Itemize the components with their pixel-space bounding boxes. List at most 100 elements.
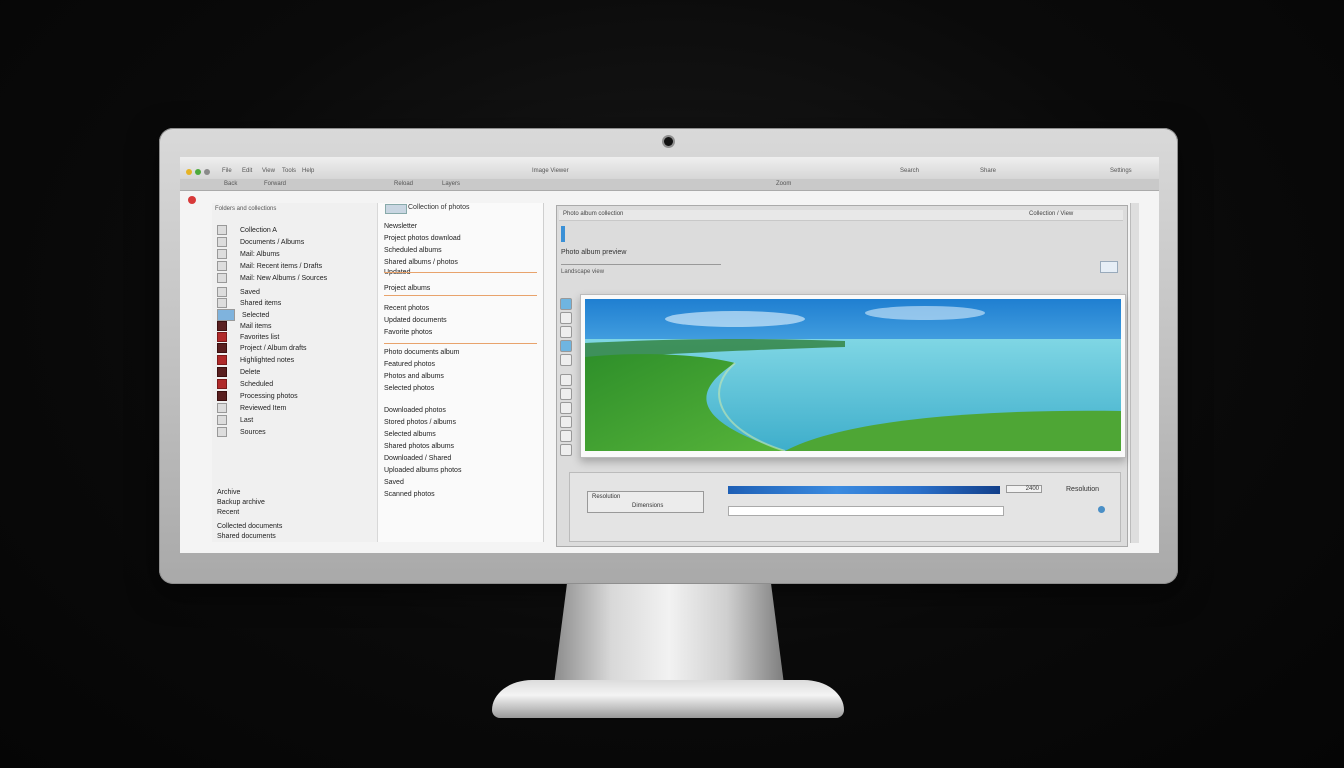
sidebar-item[interactable]: Project / Album drafts [217,343,307,354]
counter-field[interactable]: 2400 [1006,485,1042,493]
shape-tool-icon[interactable] [560,402,572,414]
forward-button[interactable]: Forward [264,181,286,187]
webcam-icon [664,137,673,146]
sidebar-item[interactable]: Reviewed Item [217,403,286,414]
list-item[interactable]: Newsletter [384,223,417,230]
sidebar-item-label: Favorites list [240,333,280,341]
list-item[interactable]: Photos and albums [384,373,444,380]
list-item[interactable]: Downloaded / Shared [384,455,451,462]
list-item[interactable]: Project photos download [384,235,461,242]
search-input[interactable] [385,204,407,214]
image-preview-frame [580,294,1126,458]
folder-icon [217,298,227,308]
reload-button[interactable]: Reload [394,181,413,187]
select-tool-icon[interactable] [560,298,572,310]
tag-icon [217,367,227,377]
search-link[interactable]: Search [900,168,919,174]
sidebar-item-label: Reviewed Item [240,404,287,412]
sidebar-item[interactable]: Favorites list [217,332,279,343]
adjust-tool-icon[interactable] [560,340,572,352]
list-item[interactable]: Saved [384,479,404,486]
monitor-stand-base [492,680,844,718]
export-tool-icon[interactable] [560,444,572,456]
list-item[interactable]: Uploaded albums photos [384,467,461,474]
sidebar-item[interactable]: Mail: Albums [217,249,280,260]
landscape-photo[interactable] [585,299,1121,451]
sidebar-item[interactable]: Saved [217,287,260,298]
brush-tool-icon[interactable] [560,374,572,386]
sidebar-item[interactable]: Sources [217,427,266,438]
folder-icon [217,225,227,235]
sidebar-footer-recent[interactable]: Recent [217,509,239,520]
filename-input[interactable] [728,506,1004,516]
expand-icon[interactable] [1100,261,1118,273]
resolution-box: Resolution Dimensions [587,491,704,513]
sidebar-item[interactable]: Selected [217,309,269,321]
tab-edit[interactable]: Edit [242,168,252,174]
tab-file[interactable]: File [222,168,232,174]
sidebar-item[interactable]: Processing photos [217,391,298,402]
list-item[interactable]: Updated documents [384,317,447,324]
zoom-tool-icon[interactable] [560,312,572,324]
text-tool-icon[interactable] [560,388,572,400]
sidebar-item-label: Processing photos [240,392,298,400]
list-item[interactable]: Scheduled albums [384,247,442,254]
sidebar-item[interactable]: Shared items [217,298,281,309]
list-item[interactable]: Shared photos albums [384,443,454,450]
scrollbar[interactable] [1130,203,1139,543]
content-header-right: Collection / View [1029,211,1074,217]
tab-help[interactable]: Help [302,168,314,174]
sidebar-footer-shared[interactable]: Shared documents [217,533,276,544]
layer-tool-icon[interactable] [560,430,572,442]
record-icon[interactable] [188,196,196,204]
sidebar-item[interactable]: Mail: Recent items / Drafts [217,261,322,272]
sidebar-item[interactable]: Documents / Albums [217,237,304,248]
sidebar-item[interactable]: Collection A [217,225,277,236]
list-item[interactable]: Scanned photos [384,491,435,498]
list-item[interactable]: Selected photos [384,385,434,392]
list-item[interactable]: Shared albums / photos [384,259,458,266]
tab-view[interactable]: View [262,168,275,174]
close-icon[interactable] [204,169,210,175]
list-item[interactable]: Photo documents album [384,349,460,356]
filter-tool-icon[interactable] [560,416,572,428]
sidebar-item-label: Scheduled [240,380,274,388]
list-item[interactable]: Favorite photos [384,329,432,336]
sidebar-item-label: Mail: New Albums / Sources [240,274,328,282]
sidebar-item-label: Mail: Recent items / Drafts [240,262,323,270]
info-icon[interactable] [1098,506,1105,513]
list-item[interactable]: Recent photos [384,305,429,312]
list-item[interactable]: Featured photos [384,361,435,368]
tag-icon [217,321,227,331]
settings-link[interactable]: Settings [1110,168,1132,174]
layers-button[interactable]: Layers [442,181,460,187]
sidebar-item-label: Mail items [240,322,272,330]
sidebar-item[interactable]: Mail: New Albums / Sources [217,273,327,284]
list-item[interactable]: Stored photos / albums [384,419,456,426]
list-item[interactable]: Selected albums [384,431,436,438]
sidebar-item[interactable]: Mail items [217,321,272,332]
sidebar-item[interactable]: Last [217,415,253,426]
crop-tool-icon[interactable] [560,326,572,338]
sidebar-item-label: Last [240,416,254,424]
content-header-title: Photo album collection [563,211,624,217]
toolbar: Back Forward Reload Layers Zoom [180,179,1159,191]
sidebar-item[interactable]: Scheduled [217,379,273,390]
back-button[interactable]: Back [224,181,237,187]
tag-icon [217,379,227,389]
rotate-tool-icon[interactable] [560,354,572,366]
list-item[interactable]: Project albums [384,285,430,292]
minimize-icon[interactable] [186,169,192,175]
maximize-icon[interactable] [195,169,201,175]
sidebar-item[interactable]: Delete [217,367,260,378]
screen: File Edit View Tools Help Image Viewer S… [180,157,1159,553]
list-item[interactable]: Downloaded photos [384,407,446,414]
sidebar-item[interactable]: Highlighted notes [217,355,294,366]
tag-icon [217,391,227,401]
share-link[interactable]: Share [980,168,996,174]
tag-icon [217,332,227,342]
zoom-button[interactable]: Zoom [776,181,791,187]
tab-tools[interactable]: Tools [282,168,296,174]
sidebar-item-label: Collection A [240,226,277,234]
sidebar: Folders and collections Collection A Docu… [212,203,378,542]
